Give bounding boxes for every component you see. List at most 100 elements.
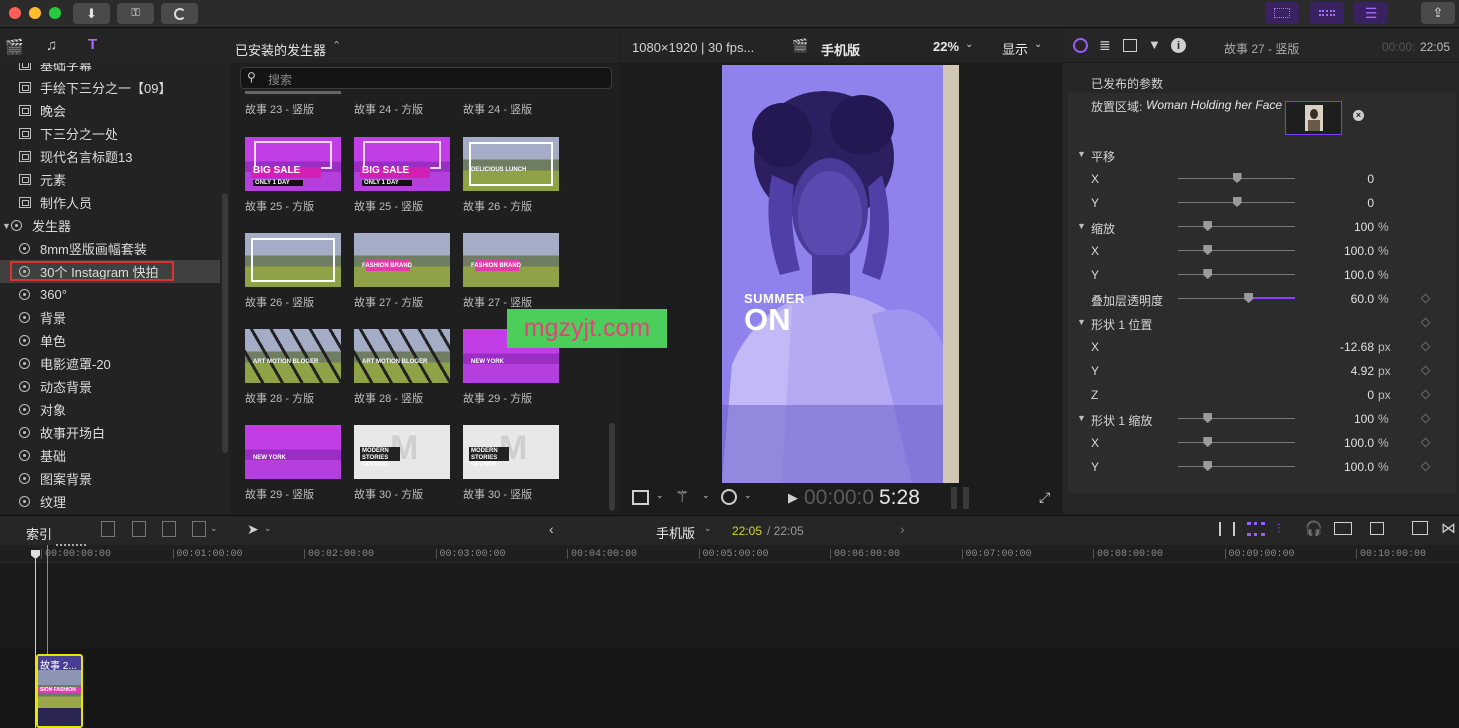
param-row[interactable]: X 100.0% [1063,431,1459,455]
generator-thumbnail[interactable]: ART MOTION BLOGER [245,329,341,383]
sidebar-item[interactable]: ▼ 发生器 [0,214,220,237]
slider-knob[interactable] [1203,461,1213,471]
keyframe-icon[interactable] [1420,437,1431,448]
transitions-browser-icon[interactable]: ⋈ [1441,519,1456,537]
sidebar-item[interactable]: 制作人员 [0,191,220,214]
index-button[interactable]: 索引 [26,524,52,543]
slider-knob[interactable] [1203,269,1213,279]
param-value[interactable]: 100.0 [1344,244,1374,258]
effects-browser-icon[interactable] [1412,521,1428,535]
param-value[interactable]: 100.0 [1344,436,1374,450]
generator-thumbnail[interactable]: NEW YORK [245,425,341,479]
keyframe-icon[interactable] [1420,293,1431,304]
search-field[interactable]: ⚲ 搜索 [240,67,612,89]
sidebar-item[interactable]: 动态背景 [0,375,220,398]
param-value[interactable]: -12.68 [1340,340,1374,354]
connect-clip-icon[interactable] [162,521,176,537]
speed-icon[interactable] [721,489,737,505]
slider-knob[interactable] [1203,245,1213,255]
display-menu[interactable]: 显示 [1002,39,1028,58]
generator-thumbnail[interactable]: M MODERN STORIES OPENER [463,425,559,479]
param-value[interactable]: 60.0 [1351,292,1374,306]
generator-thumbnail[interactable]: FASHION BRAND [354,233,450,287]
param-value[interactable]: 100 [1354,220,1374,234]
share-button[interactable]: ⇪ [1421,2,1455,24]
zoom-window-button[interactable] [49,7,61,19]
sidebar-scrollbar[interactable] [222,193,228,453]
sidebar-item[interactable]: 手绘下三分之一【09】 [0,76,220,99]
sidebar-item[interactable]: 基础字幕 [0,63,220,76]
disclosure-triangle-icon[interactable]: ▼ [1077,221,1086,231]
keyframe-icon[interactable] [1420,365,1431,376]
sidebar-item[interactable]: 对象 [0,398,220,421]
slider-knob[interactable] [1203,437,1213,447]
generator-thumbnail[interactable]: M MODERN STORIES OPENER [354,425,450,479]
keyframe-icon[interactable] [1420,413,1431,424]
show-timeline-button[interactable] [1310,2,1344,24]
disclosure-triangle-icon[interactable]: ▼ [1077,317,1086,327]
param-slider[interactable] [1178,418,1295,419]
back-icon[interactable]: ‹ [549,521,554,537]
param-row[interactable]: 叠加层透明度 60.0% [1063,287,1459,311]
preview-canvas[interactable]: SUMMER ON [722,65,959,483]
param-value[interactable]: 100 [1354,412,1374,426]
select-tool-icon[interactable]: ➤ [247,521,259,538]
sidebar-item[interactable]: 图案背景 [0,467,220,490]
sidebar-item[interactable]: 8mm竖版画幅套装 [0,237,220,260]
param-row[interactable]: X -12.68 px [1063,335,1459,359]
timeline[interactable]: 00:00:00:00 00:01:00:00 00:02:00:00 00:03:0… [0,544,1459,728]
sidebar-item[interactable]: 电影遮罩-20 [0,352,220,375]
drop-zone-well[interactable] [1285,101,1342,135]
overwrite-clip-icon[interactable] [192,521,206,537]
append-clip-icon[interactable] [101,521,115,537]
slider-knob[interactable] [1244,293,1254,303]
param-row[interactable]: Y0 [1063,191,1459,215]
param-group[interactable]: ▼ 平移 [1063,143,1459,167]
display-chevron-icon[interactable]: ⌄ [1034,39,1042,50]
param-slider[interactable] [1178,442,1295,443]
generator-clip[interactable]: 故事 2... SION FASHION [36,654,83,728]
param-value[interactable]: 0 [1367,196,1374,210]
sidebar-item[interactable]: 单色 [0,329,220,352]
enhance-chevron-icon[interactable]: ⌄ [702,490,710,501]
browser-scrollbar[interactable] [609,423,615,511]
format-info[interactable]: 1080×1920 | 30 fps... [632,40,754,55]
fullscreen-icon[interactable]: ⤢ [1039,489,1050,506]
param-value[interactable]: 0 [1367,388,1374,402]
speed-chevron-icon[interactable]: ⌄ [744,490,752,501]
titles-generators-icon[interactable]: T [88,36,106,54]
sidebar-item[interactable]: 故事开场白 [0,421,220,444]
timeline-ruler[interactable]: 00:00:00:00 00:01:00:00 00:02:00:00 00:03:0… [0,545,1459,563]
param-slider[interactable] [1178,274,1295,275]
sidebar-item[interactable]: 晚会 [0,99,220,122]
keywords-button[interactable]: ⚿ [117,3,154,24]
background-tasks-button[interactable] [161,3,198,24]
sidebar-item[interactable]: 背景 [0,306,220,329]
clip-appearance-icon[interactable] [1370,522,1384,535]
param-value[interactable]: 100.0 [1344,460,1374,474]
tool-chevron-icon[interactable]: ⌄ [264,523,272,534]
sidebar-item[interactable]: 元素 [0,168,220,191]
forward-icon[interactable]: › [900,521,905,537]
enhance-wand-icon[interactable]: ⚚ [675,487,689,507]
close-window-button[interactable] [9,7,21,19]
photos-audio-icon[interactable]: ♫ [46,37,57,54]
clear-drop-zone-icon[interactable]: × [1353,110,1364,121]
generator-thumbnail[interactable]: DELICIOUS LUNCH [463,137,559,191]
slider-knob[interactable] [1232,197,1242,207]
generator-thumbnail[interactable]: FASHION BRAND [463,233,559,287]
param-value[interactable]: 0 [1367,172,1374,186]
param-slider[interactable] [1178,466,1295,467]
minimize-window-button[interactable] [29,7,41,19]
param-row[interactable]: X0 [1063,167,1459,191]
param-group[interactable]: ▼ 缩放 100% [1063,215,1459,239]
slider-knob[interactable] [1203,413,1213,423]
disclosure-triangle-icon[interactable]: ▼ [1077,149,1086,159]
snapping-icon[interactable] [1334,522,1352,535]
sidebar-item[interactable]: 现代名言标题13 [0,145,220,168]
sidebar-item[interactable]: 纹理 [0,490,220,513]
param-row[interactable]: X 100.0% [1063,239,1459,263]
keyframe-icon[interactable] [1420,341,1431,352]
param-value[interactable]: 100.0 [1344,268,1374,282]
chevron-updown-icon[interactable]: ⌃ [332,39,341,52]
